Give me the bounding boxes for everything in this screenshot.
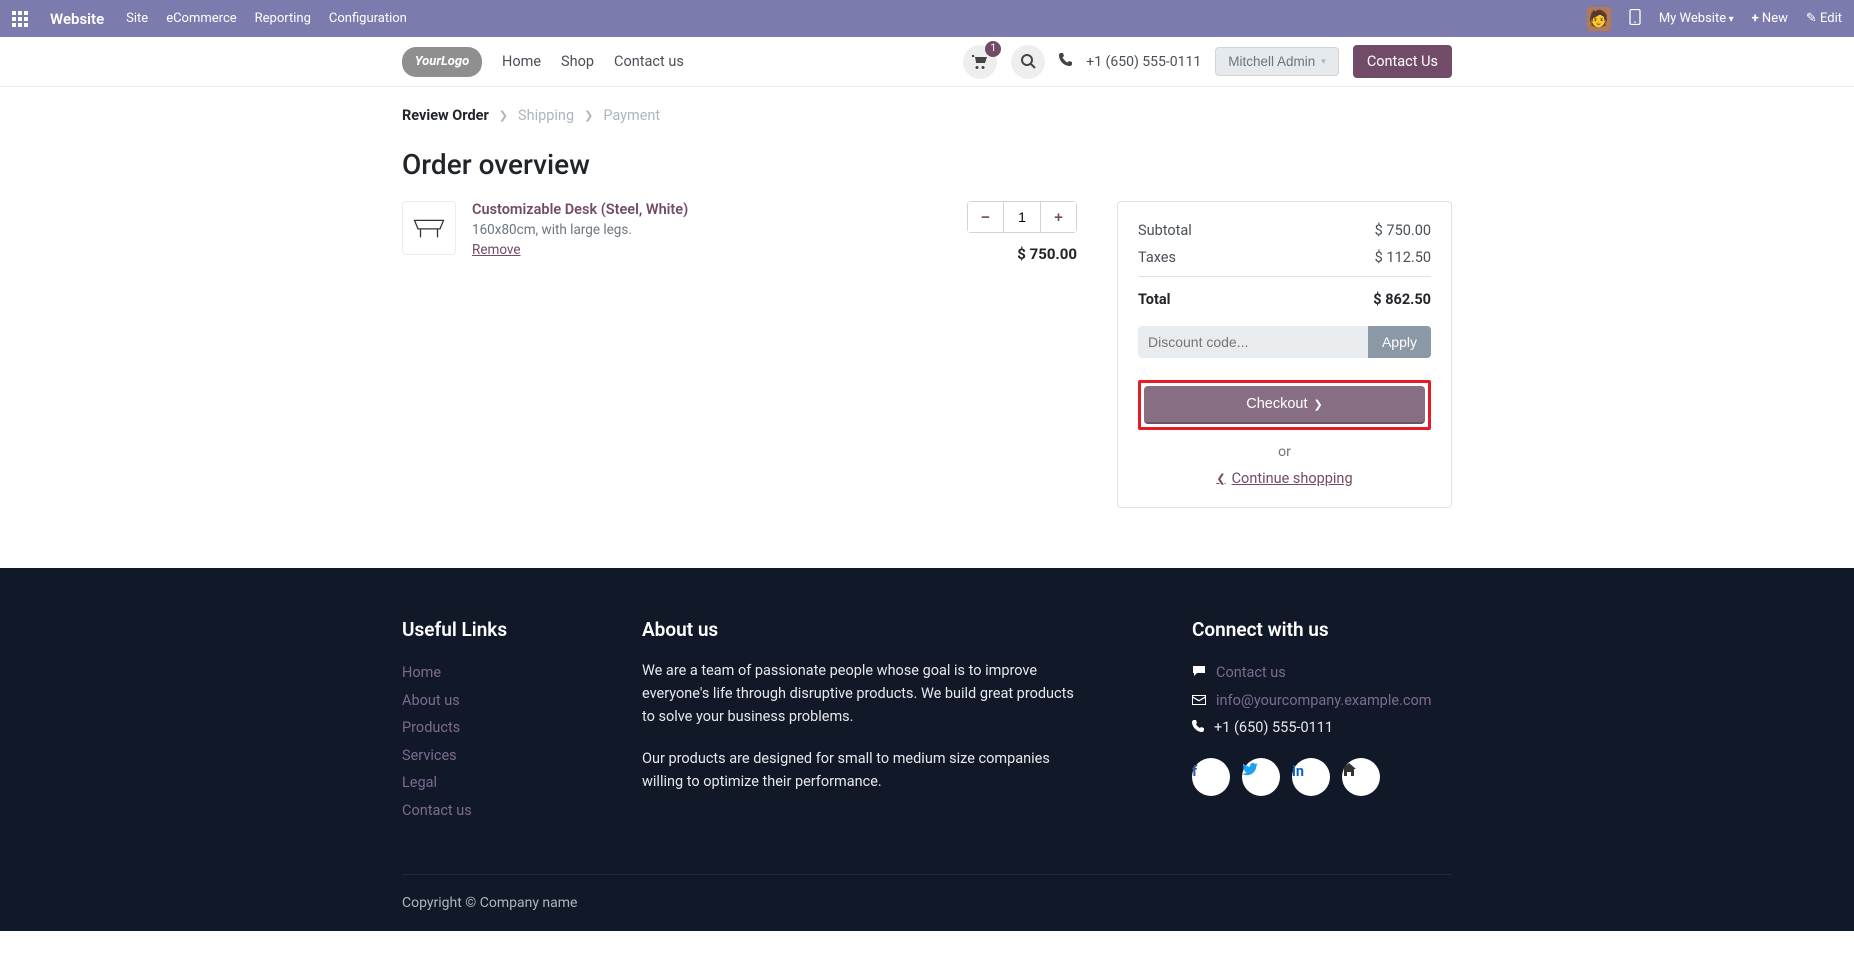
site-header: YourLogo Home Shop Contact us 1 +1 (650)… — [0, 37, 1854, 87]
footer-email[interactable]: info@yourcompany.example.com — [1216, 687, 1431, 715]
phone-icon — [1059, 53, 1072, 70]
logo[interactable]: YourLogo — [402, 47, 482, 77]
footer-about-p1: We are a team of passionate people whose… — [642, 659, 1082, 729]
taxes-label: Taxes — [1138, 249, 1176, 266]
checkout-button[interactable]: Checkout ❯ — [1144, 386, 1425, 424]
nav-shop[interactable]: Shop — [561, 53, 594, 70]
topbar-menu-reporting[interactable]: Reporting — [255, 11, 311, 26]
chevron-right-icon: ❯ — [1314, 398, 1323, 411]
twitter-icon[interactable] — [1242, 758, 1280, 796]
cart-icon[interactable]: 1 — [963, 45, 997, 79]
footer-contact-link[interactable]: Contact us — [1216, 659, 1286, 687]
product-thumbnail — [402, 201, 456, 255]
qty-input[interactable] — [1004, 202, 1040, 232]
discount-input[interactable] — [1138, 326, 1368, 358]
nav-home[interactable]: Home — [502, 53, 541, 70]
order-summary: Subtotal $ 750.00 Taxes $ 112.50 Total $… — [1117, 201, 1452, 508]
topbar-brand[interactable]: Website — [50, 10, 104, 28]
phone-number: +1 (650) 555-0111 — [1086, 54, 1201, 70]
total-value: $ 862.50 — [1373, 291, 1431, 308]
footer-about-heading: About us — [642, 618, 1082, 641]
topbar-menu-ecommerce[interactable]: eCommerce — [166, 11, 236, 26]
footer-phone: +1 (650) 555-0111 — [1214, 714, 1333, 742]
chevron-right-icon: ❯ — [584, 109, 593, 122]
admin-topbar: Website Site eCommerce Reporting Configu… — [0, 0, 1854, 37]
page-title: Order overview — [402, 148, 1452, 181]
cart-badge: 1 — [985, 41, 1001, 57]
envelope-icon — [1192, 687, 1206, 715]
footer-link-legal[interactable]: Legal — [402, 769, 582, 797]
avatar[interactable]: 🧑 — [1587, 7, 1611, 31]
or-text: or — [1138, 444, 1431, 460]
footer-link-services[interactable]: Services — [402, 742, 582, 770]
home-icon[interactable] — [1342, 758, 1380, 796]
facebook-icon[interactable]: f — [1192, 758, 1230, 796]
apply-button[interactable]: Apply — [1368, 326, 1431, 358]
nav-contact[interactable]: Contact us — [614, 53, 684, 70]
user-dropdown[interactable]: Mitchell Admin — [1215, 47, 1339, 76]
phone-icon — [1192, 714, 1204, 742]
footer-link-products[interactable]: Products — [402, 714, 582, 742]
taxes-value: $ 112.50 — [1375, 249, 1431, 266]
mobile-icon[interactable] — [1629, 9, 1641, 29]
subtotal-label: Subtotal — [1138, 222, 1192, 239]
edit-button[interactable]: ✎ Edit — [1806, 11, 1842, 26]
footer-useful-heading: Useful Links — [402, 618, 582, 641]
cart-line-item: Customizable Desk (Steel, White) 160x80c… — [402, 201, 1077, 263]
breadcrumb-shipping: Shipping — [518, 107, 574, 124]
search-icon[interactable] — [1011, 45, 1045, 79]
product-title[interactable]: Customizable Desk (Steel, White) — [472, 201, 881, 218]
footer-connect-heading: Connect with us — [1192, 618, 1452, 641]
linkedin-icon[interactable]: in — [1292, 758, 1330, 796]
remove-link[interactable]: Remove — [472, 242, 521, 258]
product-description: 160x80cm, with large legs. — [472, 222, 881, 238]
topbar-menu-configuration[interactable]: Configuration — [329, 11, 407, 26]
breadcrumb-payment: Payment — [603, 107, 660, 124]
footer-about-p2: Our products are designed for small to m… — [642, 747, 1082, 793]
topbar-menu-site[interactable]: Site — [126, 11, 148, 26]
contact-us-button[interactable]: Contact Us — [1353, 45, 1452, 78]
subtotal-value: $ 750.00 — [1375, 222, 1431, 239]
breadcrumb-review: Review Order — [402, 107, 489, 124]
qty-increase-button[interactable]: + — [1040, 202, 1076, 232]
footer: Useful Links Home About us Products Serv… — [0, 568, 1854, 931]
continue-shopping-link[interactable]: ❮ Continue shopping — [1138, 470, 1431, 487]
chat-icon — [1192, 659, 1206, 687]
new-button[interactable]: + New — [1752, 11, 1788, 26]
checkout-highlight: Checkout ❯ — [1138, 380, 1431, 430]
chevron-left-icon: ❮ — [1216, 472, 1225, 485]
website-selector[interactable]: My Website — [1659, 11, 1734, 26]
apps-icon[interactable] — [12, 11, 28, 27]
footer-link-contact[interactable]: Contact us — [402, 797, 582, 825]
total-label: Total — [1138, 291, 1170, 308]
qty-decrease-button[interactable]: − — [968, 202, 1004, 232]
quantity-stepper: − + — [967, 201, 1077, 233]
line-price: $ 750.00 — [897, 245, 1077, 263]
footer-copyright: Copyright © Company name — [402, 874, 1452, 931]
footer-link-about[interactable]: About us — [402, 687, 582, 715]
breadcrumb: Review Order ❯ Shipping ❯ Payment — [402, 107, 1452, 124]
footer-link-home[interactable]: Home — [402, 659, 582, 687]
chevron-right-icon: ❯ — [499, 109, 508, 122]
